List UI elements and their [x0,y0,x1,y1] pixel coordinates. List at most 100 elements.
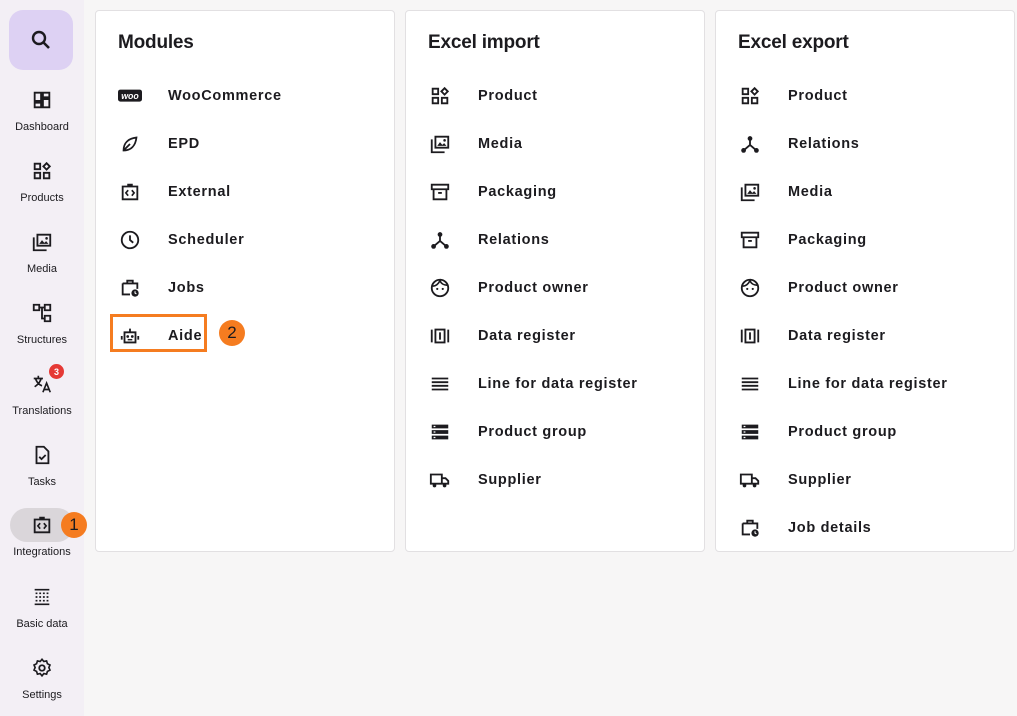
export-item-label: Job details [788,520,872,536]
sidebar-item-settings[interactable]: Settings [0,651,84,716]
import-item-label: Relations [478,232,550,248]
integrations-icon [33,515,51,534]
category-icon [428,84,452,108]
modules-item-scheduler[interactable]: Scheduler [118,228,244,252]
leaf-icon [118,132,142,156]
search-button[interactable] [9,10,73,70]
import-item-label: Product [478,88,538,104]
export-item-label: Relations [788,136,860,152]
export-item-line-for-data-register[interactable]: Line for data register [738,372,948,396]
export-item-label: Packaging [788,232,867,248]
export-item-product-owner[interactable]: Product owner [738,276,899,300]
export-item-job-details[interactable]: Job details [738,516,871,540]
lines-icon [738,372,762,396]
import-item-product[interactable]: Product [428,84,538,108]
relations-icon [428,228,452,252]
import-item-media[interactable]: Media [428,132,523,156]
sidebar-item-label: Tasks [27,476,57,488]
annotation-marker-1: 1 [61,512,87,538]
translate-icon [32,374,52,394]
excel-export-card: Excel export Product Relations Media Pac… [715,10,1015,552]
dashboard-icon [33,91,51,109]
import-item-line-for-data-register[interactable]: Line for data register [428,372,638,396]
import-item-label: Media [478,136,523,152]
search-icon [31,30,51,50]
export-item-label: Product [788,88,848,104]
modules-item-woocommerce[interactable]: woo WooCommerce [118,84,282,108]
excel-export-title: Excel export [738,32,849,53]
import-item-label: Product owner [478,280,589,296]
data-register-icon [738,324,762,348]
sidebar-item-label: Integrations [13,546,71,558]
category-icon [738,84,762,108]
truck-icon [738,468,762,492]
archive-icon [428,180,452,204]
sidebar-item-media[interactable]: Media [0,225,84,291]
sidebar-item-label: Settings [22,689,62,701]
import-item-label: Packaging [478,184,557,200]
export-item-label: Line for data register [788,376,948,392]
export-item-supplier[interactable]: Supplier [738,468,852,492]
sidebar-item-label: Media [27,263,57,275]
sidebar-item-label: Basic data [16,618,68,630]
modules-item-label: Aide [168,328,203,344]
robot-icon [118,324,142,348]
modules-item-epd[interactable]: EPD [118,132,200,156]
notification-badge: 3 [49,364,64,379]
export-item-label: Media [788,184,833,200]
archive-icon [738,228,762,252]
sidebar-item-label: Structures [16,334,68,346]
import-item-label: Data register [478,328,576,344]
import-item-product-owner[interactable]: Product owner [428,276,589,300]
import-item-packaging[interactable]: Packaging [428,180,557,204]
woo-logo-icon: woo [118,84,142,108]
integration-code-icon [118,180,142,204]
clock-icon [118,228,142,252]
export-item-packaging[interactable]: Packaging [738,228,867,252]
export-item-data-register[interactable]: Data register [738,324,886,348]
structures-icon [32,303,52,323]
media-icon [738,180,762,204]
export-item-label: Product group [788,424,897,440]
data-register-icon [428,324,452,348]
storage-icon [738,420,762,444]
storage-icon [428,420,452,444]
excel-import-card: Excel import Product Media Packaging Rel… [405,10,705,552]
tasks-icon [35,445,50,465]
sidebar-nav: Dashboard Products Media Structures 3 Tr… [0,0,84,716]
modules-item-jobs[interactable]: Jobs [118,276,205,300]
sidebar-item-dashboard[interactable]: Dashboard [0,83,84,149]
truck-icon [428,468,452,492]
svg-text:woo: woo [121,91,139,101]
import-item-label: Line for data register [478,376,638,392]
sidebar-item-products[interactable]: Products [0,154,84,220]
export-item-media[interactable]: Media [738,180,833,204]
annotation-marker-2: 2 [219,320,245,346]
modules-item-label: Scheduler [168,232,245,248]
sidebar-item-tasks[interactable]: Tasks [0,438,84,504]
export-item-label: Supplier [788,472,852,488]
modules-item-aide[interactable]: Aide [118,324,202,348]
export-item-product-group[interactable]: Product group [738,420,897,444]
lines-icon [428,372,452,396]
modules-card: Modules woo WooCommerce EPD External Sch… [95,10,395,552]
media-icon [32,233,52,252]
export-item-product[interactable]: Product [738,84,848,108]
sidebar-item-basic-data[interactable]: Basic data [0,580,84,646]
import-item-product-group[interactable]: Product group [428,420,587,444]
sidebar-item-translations[interactable]: 3 Translations [0,364,84,433]
products-icon [33,162,51,180]
modules-item-external[interactable]: External [118,180,231,204]
sidebar-item-label: Products [20,192,64,204]
sidebar-item-label: Translations [12,405,72,417]
relations-icon [738,132,762,156]
sidebar-item-structures[interactable]: Structures [0,296,84,362]
import-item-label: Product group [478,424,587,440]
face-icon [428,276,452,300]
import-item-data-register[interactable]: Data register [428,324,576,348]
import-item-relations[interactable]: Relations [428,228,550,252]
import-item-supplier[interactable]: Supplier [428,468,542,492]
media-icon [428,132,452,156]
export-item-relations[interactable]: Relations [738,132,860,156]
excel-import-title: Excel import [428,32,540,53]
